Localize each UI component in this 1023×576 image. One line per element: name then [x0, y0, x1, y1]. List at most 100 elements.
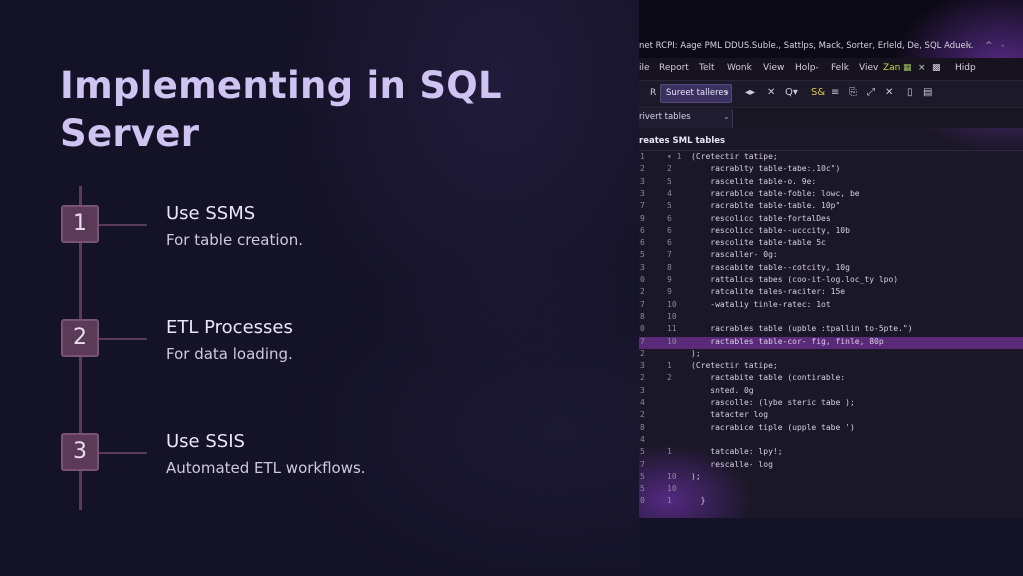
menu-holp[interactable]: Holp- [795, 63, 819, 73]
code-line[interactable]: 7 10 -wataliy tinle-ratec: 1ot [639, 300, 1023, 312]
close-icon[interactable]: × [965, 41, 973, 51]
menu-report[interactable]: Report [659, 63, 689, 73]
line-number: 3 [640, 176, 645, 186]
line-number: 7 [640, 299, 645, 309]
tab-dropdown-icon[interactable]: ⌄ [723, 112, 730, 121]
code-text: racrabice tiple (upple tabe ') [691, 422, 855, 432]
line-number: 9 [640, 213, 645, 223]
cancel-icon[interactable]: ✕ [767, 87, 775, 98]
menu-telt[interactable]: Telt [699, 63, 715, 73]
line-number: 6 [640, 238, 645, 248]
code-line[interactable]: 2 tatacter log [639, 410, 1023, 422]
code-text: rascolle: (lybe steric tabe ); [691, 398, 855, 407]
code-text: rascelite table-o. 9e: [691, 176, 817, 186]
code-editor[interactable]: 1 ▾ 1 (Cretectir tatipe; 2 2 racrablty table… [639, 152, 1023, 518]
code-line[interactable]: 3 snted. 0g [639, 386, 1023, 398]
code-text: racrables table (upble :tpallin to-5pte.… [691, 324, 913, 334]
chevron-up-icon[interactable]: ^ [985, 41, 993, 51]
code-line[interactable]: 1 ▾ 1 (Cretectir tatipe; [639, 152, 1023, 164]
menu-felk[interactable]: Felk [831, 63, 849, 73]
database-select[interactable]: Sureet talleres [660, 84, 732, 103]
step-1-title: Use SSMS [166, 203, 256, 224]
close-small-icon[interactable]: × [918, 63, 926, 73]
line-number-secondary: 10 [667, 484, 677, 494]
line-number-secondary: 5 [667, 201, 672, 211]
step-3-connector [99, 452, 147, 454]
menu-hidp[interactable]: Hidp [955, 63, 976, 73]
sql-editor-screenshot: net RCPI: Aage PML DDUS.Suble., Sattlps,… [639, 0, 1023, 518]
code-line[interactable]: 2 9 ratcalite tales-raciter: 15e [639, 287, 1023, 299]
line-number: 0 [640, 324, 645, 334]
code-line[interactable]: 5 7 rascaller- 0g: [639, 250, 1023, 262]
line-number: 3 [640, 188, 645, 198]
code-line[interactable]: 8 10 [639, 312, 1023, 324]
expand-icon[interactable]: ⤢ [867, 87, 875, 98]
code-line[interactable]: 7 10 ractables table-cor- fig, finle, 80p [639, 336, 1023, 349]
code-line[interactable]: 5 1 tatcable: lpy!; [639, 447, 1023, 459]
clipboard-icon[interactable]: ▯ [907, 87, 913, 98]
code-line[interactable]: 0 9 rattalics tabes (coo-it-log.loc_ty lp… [639, 275, 1023, 287]
code-line[interactable]: 4 rascolle: (lybe steric tabe ); [639, 398, 1023, 410]
code-line[interactable]: 3 5 rascelite table-o. 9e: [639, 177, 1023, 189]
code-line[interactable]: 8 racrabice tiple (upple tabe ') [639, 423, 1023, 435]
format-icon[interactable]: ≡ [831, 87, 839, 98]
code-line[interactable]: 6 6 rescolicc table--ucccity, 10b [639, 226, 1023, 238]
code-line[interactable]: 2 2 ractabite table (contirable: [639, 373, 1023, 385]
line-number: 0 [640, 275, 645, 284]
line-number-secondary: 10 [667, 336, 677, 346]
step-3-number: 3 [61, 433, 99, 471]
arrows-icon[interactable]: ◂▸ [745, 87, 755, 98]
grid-icon[interactable]: ▦ [903, 63, 912, 73]
line-number-secondary: 2 [667, 373, 672, 383]
line-number: 3 [640, 361, 645, 371]
code-text: rescolite table-table 5c [691, 238, 826, 248]
code-line[interactable]: 2); [639, 349, 1023, 361]
search-icon[interactable]: Q▾ [785, 87, 798, 98]
code-line[interactable]: 0 11 racrables table (upble :tpallin to-5… [639, 324, 1023, 336]
line-number-secondary: 6 [667, 225, 672, 235]
step-1-number: 1 [61, 205, 99, 243]
menu-view[interactable]: View [763, 63, 784, 73]
line-number: 2 [640, 373, 645, 383]
line-number: 1 [640, 152, 645, 161]
menu-viev[interactable]: Viev [859, 63, 878, 73]
copy-icon[interactable]: ⎘ [849, 87, 857, 98]
code-line[interactable]: 4 [639, 435, 1023, 447]
line-number-secondary: 1 [667, 496, 672, 506]
code-text: rascaller- 0g: [691, 250, 778, 260]
step-2-description: For data loading. [166, 345, 293, 363]
line-number-secondary: 10 [667, 311, 677, 321]
code-line[interactable]: 9 6 rescolicc table-fortalDes [639, 214, 1023, 226]
tab-rivert-tables[interactable]: rivert tables [639, 109, 733, 128]
code-line[interactable]: 5 10); [639, 472, 1023, 484]
code-text: } [691, 496, 706, 506]
document-icon[interactable]: ▤ [923, 87, 932, 98]
menu-file[interactable]: ile [639, 63, 650, 73]
line-number-secondary: 1 [667, 361, 672, 371]
line-number-secondary: 9 [667, 287, 672, 297]
code-line[interactable]: 5 10 [639, 484, 1023, 496]
layout-icon[interactable]: ▩ [932, 63, 941, 73]
code-line[interactable]: 3 8 rascabite table--cotcity, 10g [639, 263, 1023, 275]
code-line[interactable]: 3 1 (Cretectir tatipe; [639, 361, 1023, 373]
line-number-secondary: ▾ 1 [667, 152, 682, 161]
menu-zan[interactable]: Zan [883, 63, 900, 73]
execute-icon[interactable]: S& [811, 87, 825, 98]
close-query-icon[interactable]: ✕ [885, 87, 893, 98]
code-line[interactable]: 0 1 } [639, 496, 1023, 508]
code-line[interactable]: 3 4 racrablce table-foble: lowc, be [639, 189, 1023, 201]
line-number: 8 [640, 311, 645, 321]
code-line[interactable]: 7 rescalle- log [639, 460, 1023, 472]
code-line[interactable]: 6 6 rescolite table-table 5c [639, 238, 1023, 250]
menu-wonk[interactable]: Wonk [727, 63, 752, 73]
minimize-icon[interactable]: - [1001, 41, 1004, 51]
code-line[interactable]: 2 2 racrablty table-tabe:.10c") [639, 164, 1023, 176]
line-number: 2 [640, 287, 645, 297]
code-line[interactable]: 7 5 racrablte table-table. 10p" [639, 201, 1023, 213]
code-text: rescolicc table-fortalDes [691, 213, 831, 223]
line-number-secondary: 11 [667, 324, 677, 334]
chevron-down-icon[interactable]: ▾ [725, 89, 729, 97]
line-number-secondary: 9 [667, 275, 672, 284]
code-text: ractables table-cor- fig, finle, 80p [691, 336, 884, 346]
code-text: rattalics tabes (coo-it-log.loc_ty lpo) [691, 275, 899, 284]
